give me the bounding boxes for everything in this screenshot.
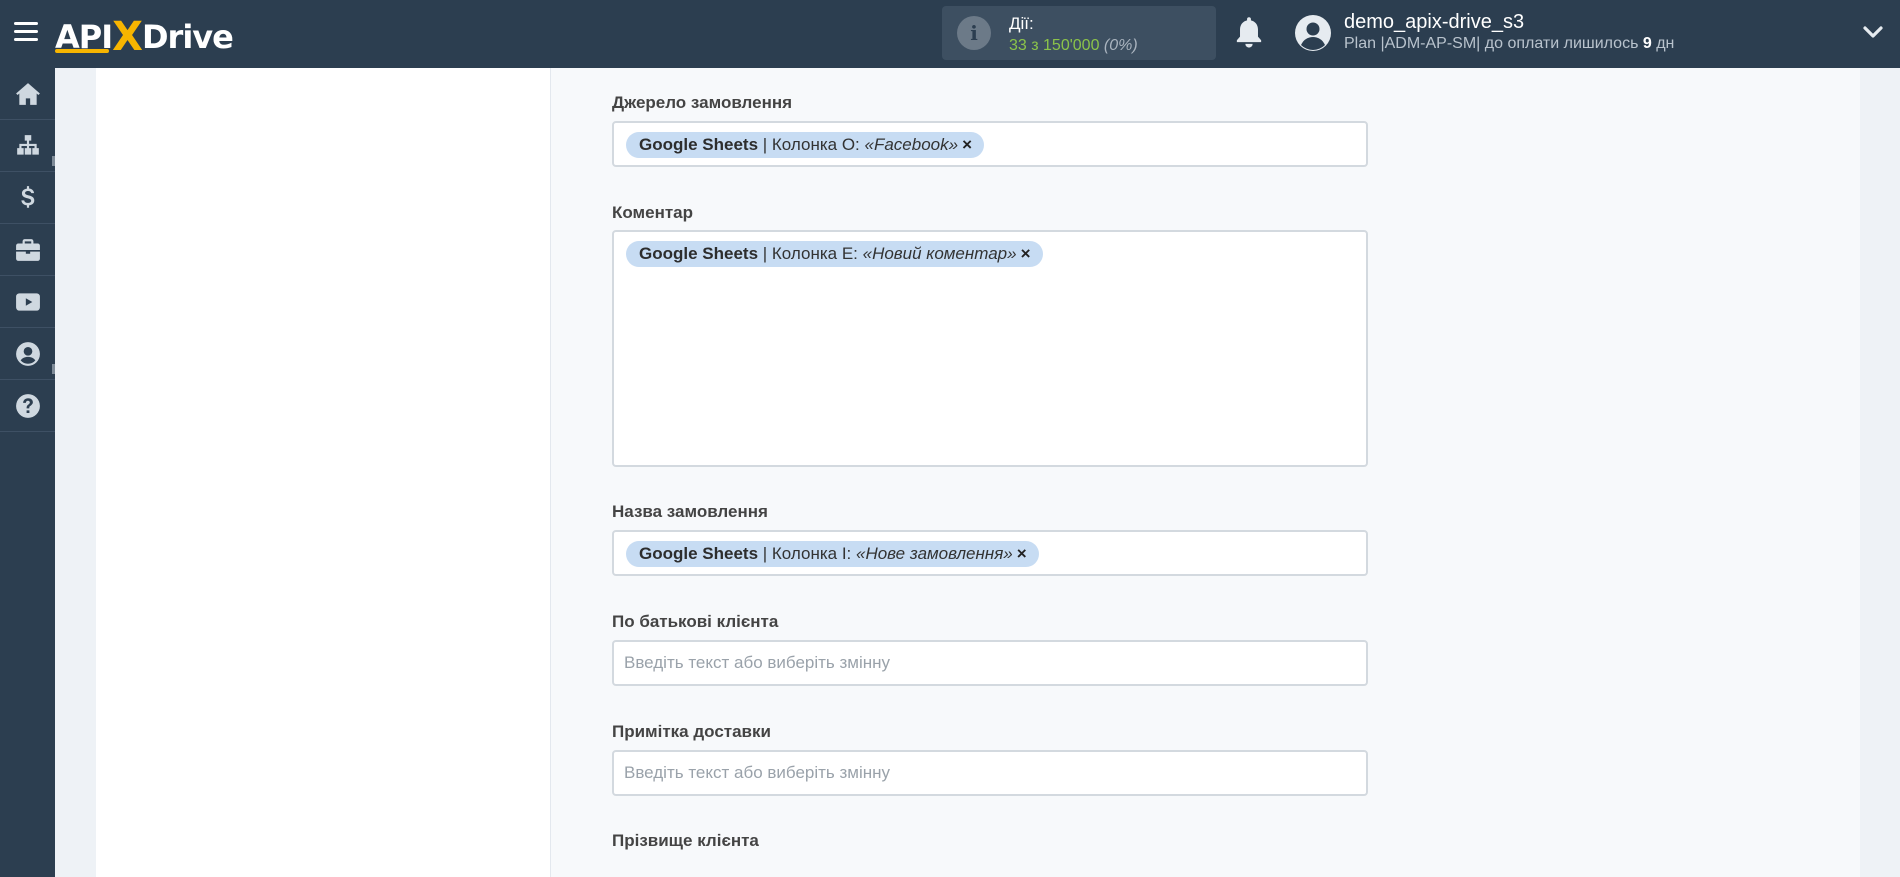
placeholder-text: Введіть текст або виберіть змінну (624, 653, 891, 672)
sidebar-item-connections[interactable] (0, 120, 55, 172)
variable-chip: Google Sheets | Колонка E: «Новий комент… (626, 241, 1043, 267)
field-label-patronymic: По батькові клієнта (612, 612, 779, 631)
sidebar (0, 68, 55, 877)
menu-icon[interactable] (14, 22, 38, 42)
field-label-last-name: Прізвище клієнта (612, 831, 759, 850)
variable-chip: Google Sheets | Колонка O: «Facebook» × (626, 132, 985, 158)
actions-count: 33 з 150'000 (0%) (1009, 37, 1138, 54)
youtube-icon (15, 292, 40, 311)
actions-counter[interactable]: i Дії: 33 з 150'000 (0%) (942, 6, 1216, 60)
remove-chip-icon[interactable]: × (1021, 241, 1031, 267)
comment-field[interactable]: Google Sheets | Колонка E: «Новий комент… (612, 230, 1368, 467)
bell-icon[interactable] (1234, 16, 1264, 50)
chevron-down-icon[interactable] (1862, 24, 1884, 40)
rail-marker (52, 364, 55, 374)
user-circle-icon (15, 341, 40, 366)
field-label-order-source: Джерело замовлення (612, 93, 793, 112)
dollar-icon (20, 185, 34, 208)
sidebar-item-home[interactable] (0, 68, 55, 120)
sidebar-item-video[interactable] (0, 276, 55, 328)
avatar[interactable] (1294, 14, 1332, 52)
field-label-delivery-note: Примітка доставки (612, 722, 771, 741)
logo[interactable]: APIXDrive (55, 12, 234, 60)
sitemap-icon (16, 134, 39, 155)
delivery-note-input[interactable]: Введіть текст або виберіть змінну (612, 750, 1368, 796)
home-icon (15, 82, 40, 105)
order-source-field[interactable]: Google Sheets | Колонка O: «Facebook» × (612, 121, 1368, 167)
placeholder-text: Введіть текст або виберіть змінну (624, 763, 891, 782)
remove-chip-icon[interactable]: × (1017, 541, 1027, 567)
patronymic-input[interactable]: Введіть текст або виберіть змінну (612, 640, 1368, 686)
account-name[interactable]: demo_apix-drive_s3 (1344, 11, 1524, 34)
top-bar: APIXDrive i Дії: 33 з 150'000 (0%) demo_… (0, 0, 1900, 68)
variable-chip: Google Sheets | Колонка I: «Нове замовле… (626, 541, 1039, 567)
sidebar-item-services[interactable] (0, 224, 55, 276)
sidebar-item-billing[interactable] (0, 172, 55, 224)
order-name-field[interactable]: Google Sheets | Колонка I: «Нове замовле… (612, 530, 1368, 576)
sidebar-item-help[interactable] (0, 380, 55, 432)
field-label-order-name: Назва замовлення (612, 502, 768, 521)
remove-chip-icon[interactable]: × (962, 132, 972, 158)
question-icon (15, 393, 40, 418)
briefcase-icon (15, 238, 40, 261)
sidebar-item-profile[interactable] (0, 328, 55, 380)
actions-label: Дії: (1009, 14, 1034, 33)
rail-marker (52, 156, 55, 166)
field-label-comment: Коментар (612, 203, 693, 222)
logo-underline (55, 49, 109, 53)
info-icon: i (957, 16, 991, 50)
account-plan: Plan |ADM-AP-SM| до оплати лишилось 9 дн (1344, 35, 1675, 52)
